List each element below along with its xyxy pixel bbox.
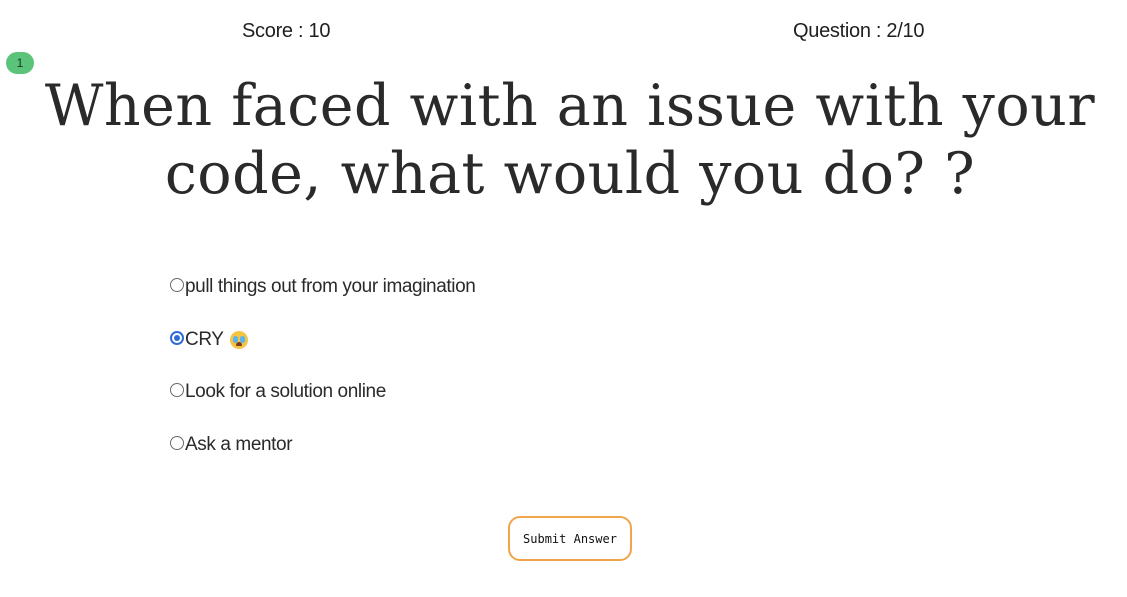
radio-button[interactable] (170, 278, 184, 292)
answer-option-label: Ask a mentor (185, 433, 293, 455)
answer-option-label: pull things out from your imagination (185, 276, 476, 297)
answer-options: pull things out from your imagination CR… (170, 272, 770, 482)
radio-button-selected[interactable] (170, 330, 184, 345)
answer-option-1[interactable]: pull things out from your imagination (170, 272, 770, 302)
answer-option-label: CRY (185, 328, 224, 350)
radio-button[interactable] (170, 435, 184, 450)
notification-badge[interactable]: 1 (6, 52, 34, 74)
radio-button[interactable] (170, 383, 184, 397)
answer-option-label: Look for a solution online (185, 381, 386, 402)
submit-answer-button[interactable]: Submit Answer (508, 516, 632, 561)
question-title: When faced with an issue with your code,… (44, 73, 1096, 207)
crying-face-emoji-icon (229, 330, 248, 349)
question-progress-label: Question : 2/10 (793, 20, 925, 42)
score-label: Score : 10 (242, 20, 331, 42)
answer-option-4[interactable]: Ask a mentor (170, 430, 770, 460)
answer-option-3[interactable]: Look for a solution online (170, 377, 770, 407)
answer-option-2[interactable]: CRY (170, 325, 770, 355)
